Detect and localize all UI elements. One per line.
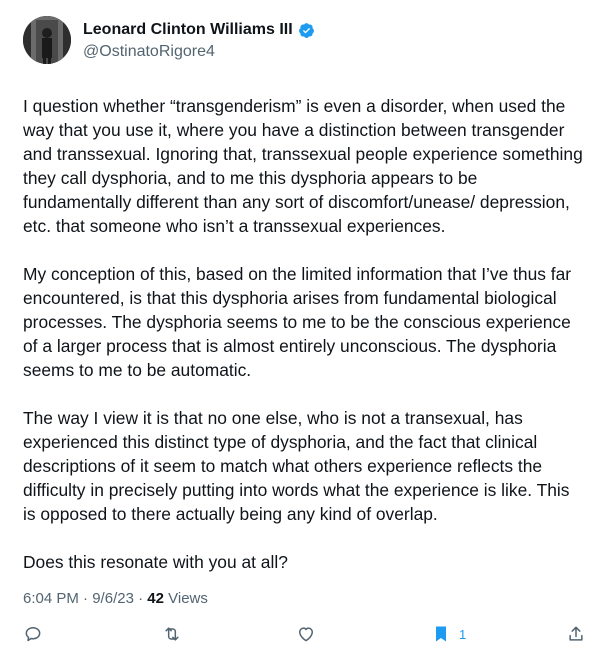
avatar-image bbox=[23, 16, 71, 64]
tweet-body: I question whether “transgenderism” is e… bbox=[23, 94, 583, 598]
bookmark-button[interactable]: 1 bbox=[431, 620, 466, 648]
name-row: Leonard Clinton Williams III bbox=[83, 20, 315, 40]
share-button[interactable] bbox=[566, 620, 586, 648]
tweet-date[interactable]: 9/6/23 bbox=[92, 590, 134, 607]
meta-separator: · bbox=[78, 590, 93, 607]
tweet-paragraph-4: Does this resonate with you at all? bbox=[23, 552, 288, 572]
tweet-meta: 6:04 PM · 9/6/23 · 42 Views bbox=[23, 589, 208, 609]
tweet: Leonard Clinton Williams III @OstinatoRi… bbox=[0, 0, 594, 657]
author-block: Leonard Clinton Williams III @OstinatoRi… bbox=[83, 20, 315, 62]
tweet-paragraph-1: I question whether “transgenderism” is e… bbox=[23, 96, 583, 236]
reply-icon bbox=[25, 627, 41, 642]
like-button[interactable] bbox=[296, 620, 316, 648]
reply-button[interactable] bbox=[23, 620, 43, 648]
views-label: Views bbox=[163, 590, 208, 607]
bookmark-count: 1 bbox=[459, 626, 467, 642]
meta-separator: · bbox=[133, 590, 148, 607]
bookmark-icon bbox=[436, 626, 446, 642]
heart-icon bbox=[299, 627, 313, 642]
display-name[interactable]: Leonard Clinton Williams III bbox=[83, 20, 293, 40]
verified-badge-icon[interactable] bbox=[298, 22, 315, 39]
share-icon bbox=[569, 626, 583, 641]
tweet-time[interactable]: 6:04 PM bbox=[23, 590, 79, 607]
avatar[interactable] bbox=[23, 16, 71, 64]
views-count: 42 bbox=[147, 590, 164, 607]
handle[interactable]: @OstinatoRigore4 bbox=[83, 42, 315, 62]
retweet-button[interactable] bbox=[162, 620, 182, 648]
retweet-icon bbox=[165, 627, 179, 641]
action-bar: 1 bbox=[0, 620, 594, 648]
tweet-paragraph-2: My conception of this, based on the limi… bbox=[23, 264, 572, 380]
tweet-paragraph-3: The way I view it is that no one else, w… bbox=[23, 408, 570, 524]
